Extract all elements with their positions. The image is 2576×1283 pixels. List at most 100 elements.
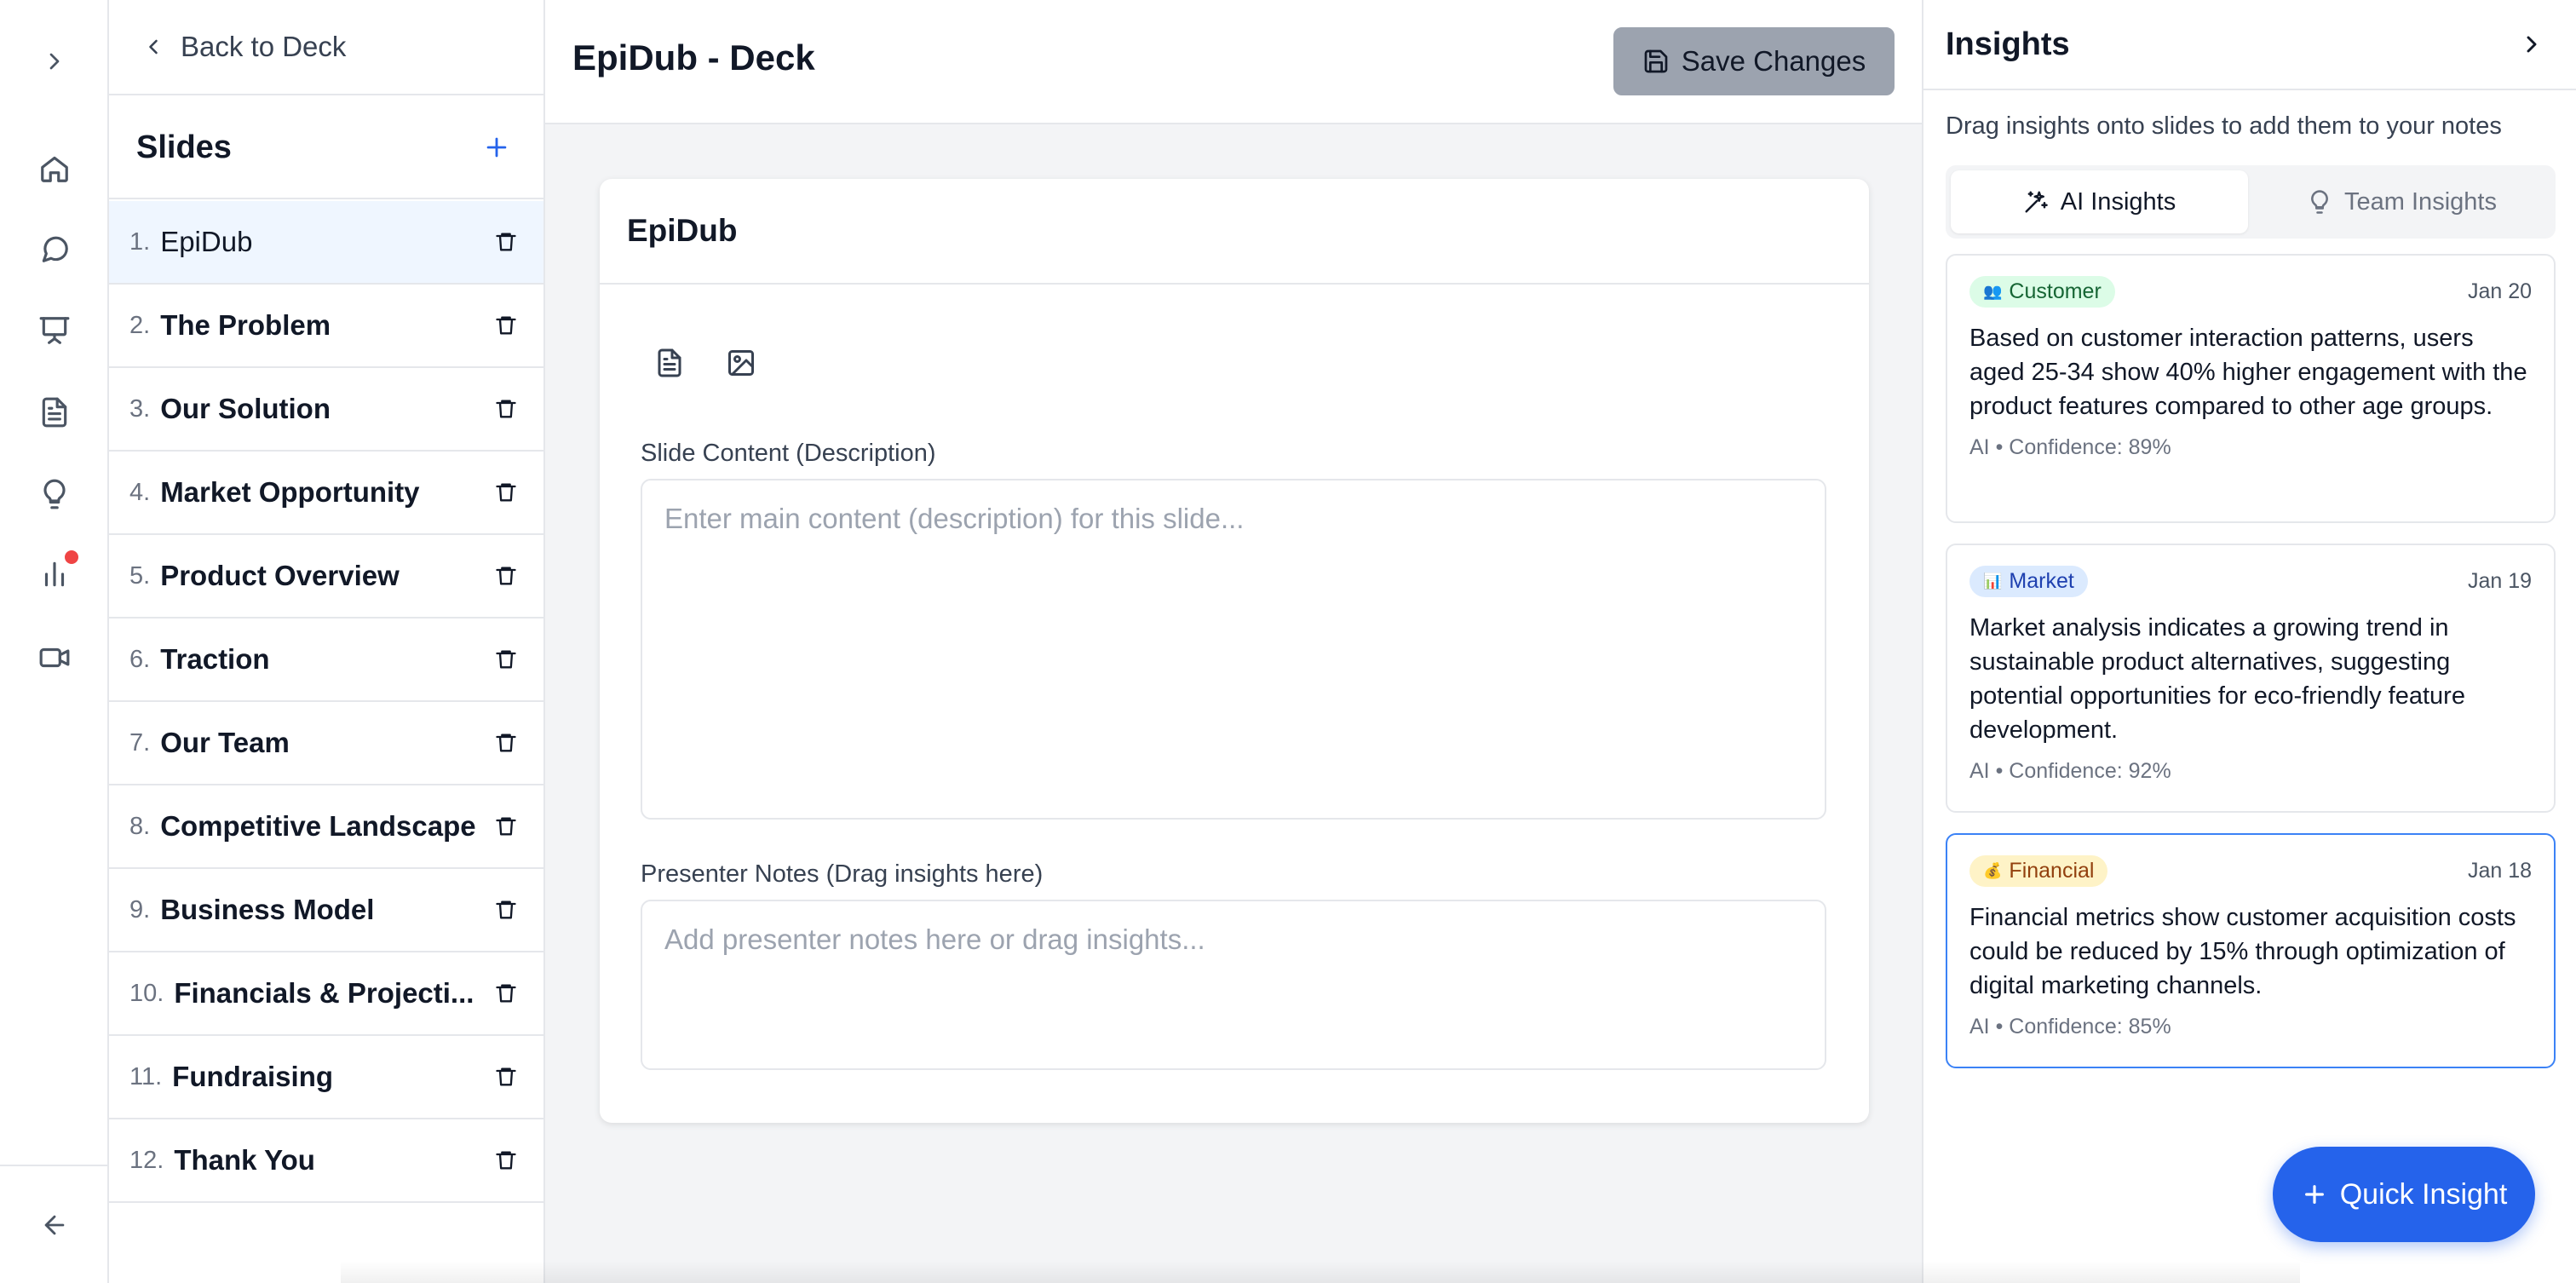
nav-video-button[interactable] [34,637,75,678]
slide-number: 8. [129,812,151,840]
video-icon [38,642,71,674]
category-badge: 📊 Market [1969,566,2088,597]
trash-icon[interactable] [494,314,518,337]
slide-item[interactable]: 6. Traction [109,618,543,702]
image-content-button[interactable] [710,332,772,394]
money-bag-icon: 💰 [1983,862,2003,879]
insights-subtitle: Drag insights onto slides to add them to… [1946,112,2502,140]
editor-header: EpiDub - Deck Save Changes [545,0,1922,124]
slide-number: 7. [129,728,151,757]
slide-number: 10. [129,979,164,1007]
slide-content-placeholder: Enter main content (description) for thi… [664,503,1245,534]
slide-title: Fundraising [172,1061,334,1092]
quick-insight-button[interactable]: Quick Insight [2273,1147,2535,1242]
trash-icon[interactable] [494,230,518,254]
slide-item[interactable]: 8. Competitive Landscape [109,785,543,869]
trash-icon[interactable] [494,647,518,671]
insights-tabs: AI Insights Team Insights [1946,165,2556,239]
slide-number: 12. [129,1146,164,1174]
slides-sidebar: Back to Deck Slides 1. EpiDub 2. The Pro… [109,0,545,1283]
text-content-button[interactable] [639,332,700,394]
trash-icon[interactable] [494,981,518,1005]
insight-meta: AI • Confidence: 85% [1969,1015,2171,1038]
lightbulb-icon [2307,189,2332,215]
image-icon [726,348,756,378]
slide-item[interactable]: 1. EpiDub [109,201,543,285]
slide-title: Thank You [174,1144,315,1176]
nav-presentation-button[interactable] [34,310,75,351]
nav-home-button[interactable] [34,148,75,189]
slide-list: 1. EpiDub 2. The Problem 3. Our Solution… [109,201,543,1203]
category-badge: 💰 Financial [1969,855,2108,887]
collapse-insights-button[interactable] [2518,31,2545,58]
users-icon: 👥 [1983,283,2003,300]
insight-card-financial[interactable]: 💰 Financial Jan 18 Financial metrics sho… [1946,833,2556,1068]
chart-icon: 📊 [1983,572,2003,590]
tab-label: Team Insights [2344,187,2497,216]
slide-number: 1. [129,227,151,256]
insight-meta: AI • Confidence: 92% [1969,759,2171,783]
nav-ideas-button[interactable] [34,474,75,515]
chat-icon [38,233,71,265]
insight-text: Market analysis indicates a growing tren… [1969,614,2465,744]
slide-number: 5. [129,561,151,590]
slide-item[interactable]: 2. The Problem [109,285,543,368]
slides-title: Slides [136,129,232,165]
document-icon [38,396,71,429]
insight-date: Jan 18 [2467,859,2532,883]
chevron-right-icon [41,48,68,75]
slide-item[interactable]: 4. Market Opportunity [109,452,543,535]
slide-item[interactable]: 7. Our Team [109,702,543,785]
presenter-notes-label: Presenter Notes (Drag insights here) [641,860,1044,888]
quick-insight-label: Quick Insight [2339,1177,2508,1211]
tab-team-insights[interactable]: Team Insights [2253,170,2550,233]
expand-sidebar-button[interactable] [34,41,75,82]
insight-card-market[interactable]: 📊 Market Jan 19 Market analysis indicate… [1946,544,2556,813]
trash-icon[interactable] [494,898,518,922]
trash-icon[interactable] [494,397,518,421]
slide-title: Competitive Landscape [160,810,476,842]
slide-title: EpiDub [160,226,253,257]
trash-icon[interactable] [494,564,518,588]
insights-title: Insights [1946,26,2070,62]
nav-chat-button[interactable] [34,228,75,269]
trash-icon[interactable] [494,480,518,504]
slide-content-textarea[interactable]: Enter main content (description) for thi… [641,479,1826,820]
slide-editor-card: EpiDub Slide Content (Description) Enter… [600,179,1869,1123]
save-icon [1642,48,1670,75]
slide-number: 2. [129,311,151,339]
trash-icon[interactable] [494,1148,518,1172]
add-slide-button[interactable] [482,133,511,162]
slide-item[interactable]: 3. Our Solution [109,368,543,452]
trash-icon[interactable] [494,1065,518,1089]
save-changes-button[interactable]: Save Changes [1613,27,1895,95]
slide-title: Product Overview [160,560,400,591]
presenter-notes-placeholder: Add presenter notes here or drag insight… [664,923,1205,955]
category-label: Market [2009,569,2074,593]
trash-icon[interactable] [494,814,518,838]
slide-item[interactable]: 10. Financials & Projecti... [109,952,543,1036]
slide-content-label: Slide Content (Description) [641,440,936,467]
insights-panel: Insights Drag insights onto slides to ad… [1922,0,2576,1283]
slide-number: 6. [129,645,151,673]
slide-item[interactable]: 12. Thank You [109,1119,543,1203]
presenter-notes-textarea[interactable]: Add presenter notes here or drag insight… [641,900,1826,1070]
slide-title-heading: EpiDub [600,179,1869,285]
slide-item[interactable]: 9. Business Model [109,869,543,952]
rail-divider [0,1165,107,1166]
slide-title: The Problem [160,309,331,341]
nav-documents-button[interactable] [34,392,75,433]
collapse-back-button[interactable] [34,1205,75,1246]
slide-item[interactable]: 5. Product Overview [109,535,543,618]
insights-header: Insights [1923,0,2576,90]
slide-item[interactable]: 11. Fundraising [109,1036,543,1119]
insight-text: Based on customer interaction patterns, … [1969,325,2527,420]
trash-icon[interactable] [494,731,518,755]
back-to-deck-link[interactable]: Back to Deck [109,0,543,95]
insight-text: Financial metrics show customer acquisit… [1969,904,2516,999]
insight-card-customer[interactable]: 👥 Customer Jan 20 Based on customer inte… [1946,254,2556,523]
slide-number: 11. [129,1062,163,1090]
tab-ai-insights[interactable]: AI Insights [1951,170,2248,233]
slide-title: Financials & Projecti... [174,977,474,1009]
arrow-left-icon [40,1211,69,1240]
